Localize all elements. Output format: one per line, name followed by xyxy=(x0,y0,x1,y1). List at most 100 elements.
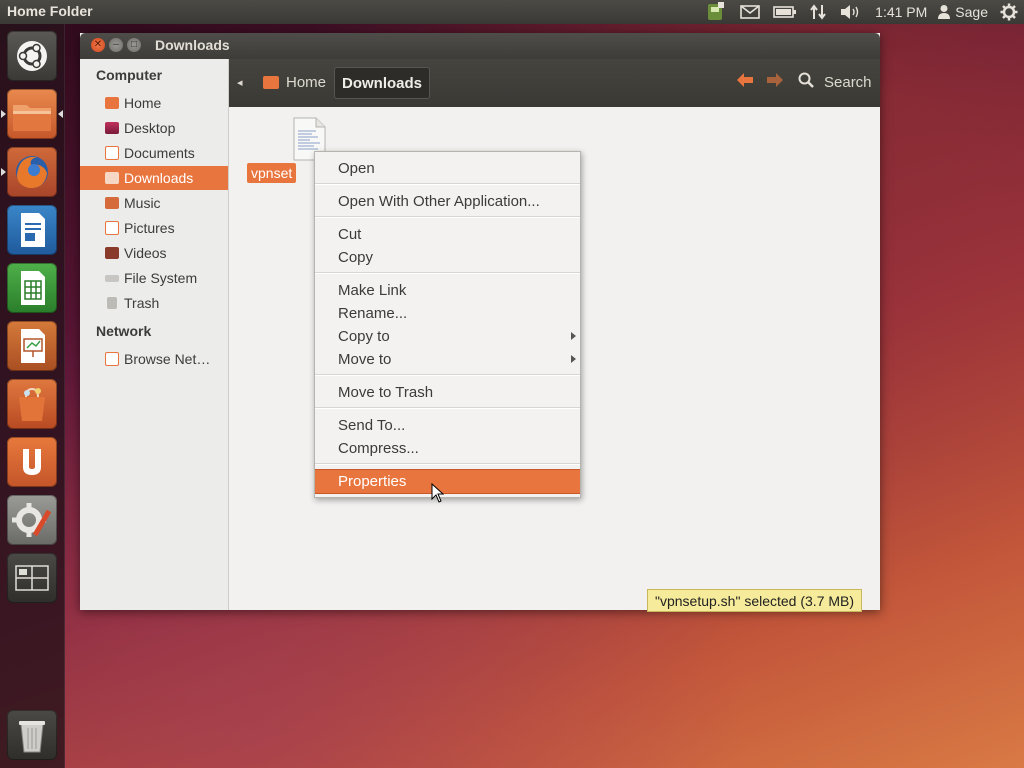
downloads-icon xyxy=(105,172,119,184)
home-folder-icon[interactable] xyxy=(7,89,57,139)
search-icon xyxy=(798,72,814,92)
minimize-icon: – xyxy=(113,39,119,50)
volume-icon[interactable] xyxy=(833,0,867,24)
running-indicator xyxy=(1,168,6,176)
sidebar-item-trash[interactable]: Trash xyxy=(80,291,228,315)
breadcrumb-home-label: Home xyxy=(286,73,327,91)
close-button[interactable]: ✕ xyxy=(91,38,105,52)
software-center-icon[interactable] xyxy=(7,379,57,429)
trash-icon xyxy=(107,297,117,309)
sidebar-item-label: Browse Net… xyxy=(124,351,211,367)
menu-item-move-to[interactable]: Move to xyxy=(315,348,580,371)
close-icon: ✕ xyxy=(93,39,103,50)
sidebar-item-label: Music xyxy=(124,195,161,211)
breadcrumb-scroll-left[interactable]: ◂ xyxy=(237,67,243,97)
launcher xyxy=(0,24,65,768)
maximize-icon: □ xyxy=(130,39,138,50)
back-button[interactable] xyxy=(735,67,755,97)
network-icon xyxy=(105,352,119,366)
indicator-tray: 1:41 PM Sage xyxy=(699,0,1024,24)
clock[interactable]: 1:41 PM xyxy=(867,0,935,24)
menu-separator xyxy=(315,407,580,409)
sidebar-item-label: Downloads xyxy=(124,170,194,186)
window-titlebar[interactable]: ✕ – □ Downloads xyxy=(80,33,880,59)
menu-item-copy-to[interactable]: Copy to xyxy=(315,325,580,348)
menu-separator xyxy=(315,183,580,185)
sidebar-item-label: Pictures xyxy=(124,220,175,236)
sidebar-heading-network: Network xyxy=(96,323,152,339)
sidebar-item-music[interactable]: Music xyxy=(80,191,228,215)
system-settings-icon[interactable] xyxy=(7,495,57,545)
calc-icon[interactable] xyxy=(7,263,57,313)
sidebar-item-documents[interactable]: Documents xyxy=(80,141,228,165)
workspace-switcher-icon[interactable] xyxy=(7,553,57,603)
music-icon xyxy=(105,197,119,209)
drive-icon xyxy=(105,274,119,282)
menu-item-compress[interactable]: Compress... xyxy=(315,437,580,460)
sidebar-item-home[interactable]: Home xyxy=(80,91,228,115)
writer-icon[interactable] xyxy=(7,205,57,255)
firefox-icon[interactable] xyxy=(7,147,57,197)
breadcrumb-home[interactable]: Home xyxy=(263,67,326,97)
user-menu[interactable]: Sage xyxy=(935,0,994,24)
sidebar-item-label: Trash xyxy=(124,295,160,311)
menu-item-properties[interactable]: Properties xyxy=(315,469,580,494)
focus-indicator xyxy=(58,110,63,118)
sidebar-item-label: Documents xyxy=(124,145,195,161)
sidebar-item-downloads[interactable]: Downloads xyxy=(80,166,228,190)
context-menu: Open Open With Other Application... Cut … xyxy=(314,151,581,498)
menu-item-open[interactable]: Open xyxy=(315,157,580,180)
chevron-left-icon: ◂ xyxy=(237,76,243,89)
sidebar-item-label: Home xyxy=(124,95,162,111)
mouse-cursor-icon xyxy=(431,482,445,503)
submenu-arrow-icon xyxy=(571,355,576,363)
sidebar-item-label: Desktop xyxy=(124,120,176,136)
mail-icon[interactable] xyxy=(733,0,767,24)
menu-item-copy[interactable]: Copy xyxy=(315,246,580,269)
places-sidebar: Computer Home Desktop Documents Download… xyxy=(80,59,229,610)
menu-item-cut[interactable]: Cut xyxy=(315,223,580,246)
menu-separator xyxy=(315,374,580,376)
keyboard-layout-icon[interactable] xyxy=(699,0,733,24)
menu-item-open-with[interactable]: Open With Other Application... xyxy=(315,190,580,213)
status-bar: "vpnsetup.sh" selected (3.7 MB) xyxy=(647,589,863,612)
top-panel: Home Folder 1:41 PM Sage xyxy=(0,0,1024,24)
network-icon[interactable] xyxy=(803,0,833,24)
forward-button[interactable] xyxy=(765,67,785,97)
impress-icon[interactable] xyxy=(7,321,57,371)
breadcrumb-downloads[interactable]: Downloads xyxy=(334,67,431,99)
active-app-title: Home Folder xyxy=(7,3,93,19)
arrow-left-icon xyxy=(735,72,755,92)
menu-item-make-link[interactable]: Make Link xyxy=(315,279,580,302)
menu-separator xyxy=(315,216,580,218)
user-icon xyxy=(937,4,951,20)
home-icon xyxy=(263,75,279,89)
location-toolbar: ◂ Home Downloads Search xyxy=(229,59,880,107)
sidebar-item-pictures[interactable]: Pictures xyxy=(80,216,228,240)
submenu-arrow-icon xyxy=(571,332,576,340)
sidebar-item-file-system[interactable]: File System xyxy=(80,266,228,290)
ubuntu-one-icon[interactable] xyxy=(7,437,57,487)
menu-item-send-to[interactable]: Send To... xyxy=(315,414,580,437)
menu-item-rename[interactable]: Rename... xyxy=(315,302,580,325)
menu-separator xyxy=(315,272,580,274)
menu-item-move-to-trash[interactable]: Move to Trash xyxy=(315,381,580,404)
ubuntu-dash-icon[interactable] xyxy=(7,31,57,81)
pictures-icon xyxy=(105,221,119,235)
window-title: Downloads xyxy=(155,37,230,53)
minimize-button[interactable]: – xyxy=(109,38,123,52)
sidebar-item-desktop[interactable]: Desktop xyxy=(80,116,228,140)
sidebar-item-videos[interactable]: Videos xyxy=(80,241,228,265)
sidebar-item-browse-network[interactable]: Browse Net… xyxy=(80,347,228,371)
sidebar-item-label: Videos xyxy=(124,245,167,261)
arrow-right-icon xyxy=(765,72,785,92)
search-button[interactable]: Search xyxy=(798,67,872,97)
sidebar-heading-computer: Computer xyxy=(96,67,163,83)
maximize-button[interactable]: □ xyxy=(127,38,141,52)
trash-icon[interactable] xyxy=(7,710,57,760)
videos-icon xyxy=(105,247,119,259)
running-indicator xyxy=(1,110,6,118)
file-name-label: vpnset xyxy=(247,163,297,183)
gear-icon[interactable] xyxy=(994,0,1024,24)
battery-icon[interactable] xyxy=(767,0,803,24)
